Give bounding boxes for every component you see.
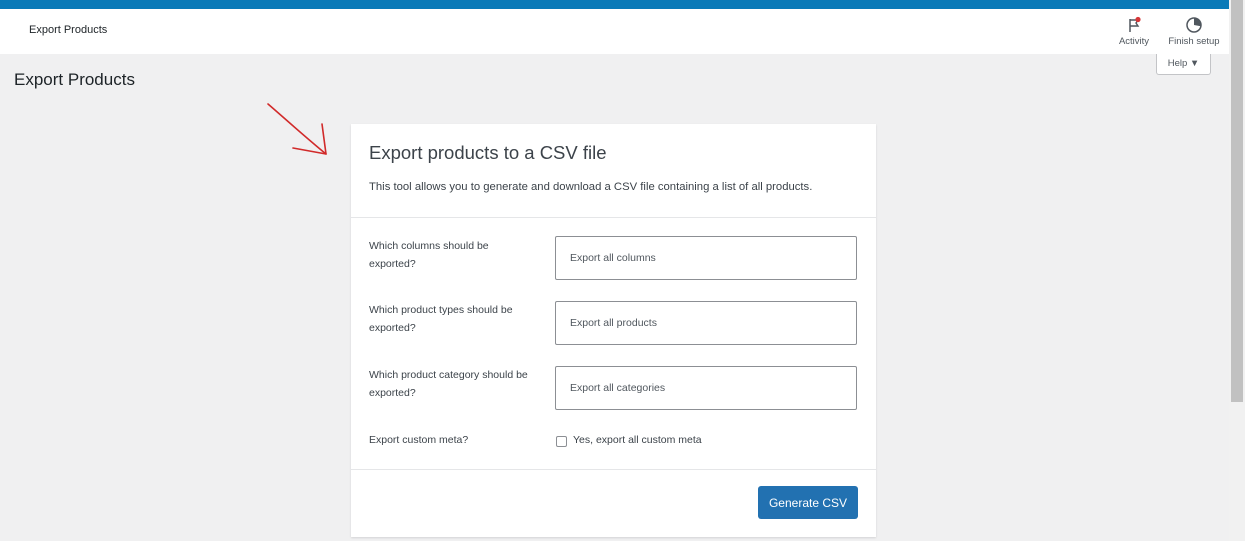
custom-meta-checkbox[interactable] bbox=[556, 436, 567, 447]
card-divider-bottom bbox=[351, 469, 876, 470]
flag-icon bbox=[1129, 16, 1141, 32]
export-card: Export products to a CSV file This tool … bbox=[351, 124, 876, 537]
red-arrow-annotation bbox=[267, 103, 327, 155]
product-types-select[interactable]: Export all products bbox=[555, 301, 857, 345]
card-description: This tool allows you to generate and dow… bbox=[369, 181, 813, 193]
activity-label: Activity bbox=[1118, 36, 1150, 47]
custom-meta-checkbox-label[interactable]: Yes, export all custom meta bbox=[573, 434, 702, 446]
help-tab-button[interactable]: Help ▼ bbox=[1156, 54, 1211, 75]
progress-circle-icon bbox=[1186, 17, 1202, 33]
admin-top-strip bbox=[0, 0, 1229, 9]
header-bar: Export Products Activity Finish setup bbox=[0, 9, 1229, 54]
product-category-label: Which product category should be exporte… bbox=[369, 369, 528, 399]
product-types-label: Which product types should be exported? bbox=[369, 304, 513, 334]
finish-setup-label: Finish setup bbox=[1168, 36, 1220, 47]
columns-label: Which columns should be exported? bbox=[369, 240, 489, 270]
product-category-select[interactable]: Export all categories bbox=[555, 366, 857, 410]
generate-csv-button[interactable]: Generate CSV bbox=[758, 486, 858, 519]
page-title: Export Products bbox=[14, 70, 135, 89]
custom-meta-label: Export custom meta? bbox=[369, 434, 469, 446]
scrollbar-thumb[interactable] bbox=[1231, 0, 1243, 402]
activity-button[interactable]: Activity bbox=[1114, 16, 1154, 47]
card-title: Export products to a CSV file bbox=[369, 142, 607, 163]
finish-setup-button[interactable]: Finish setup bbox=[1165, 16, 1223, 47]
columns-select[interactable]: Export all columns bbox=[555, 236, 857, 280]
card-divider-top bbox=[351, 217, 876, 218]
header-title: Export Products bbox=[29, 24, 108, 36]
